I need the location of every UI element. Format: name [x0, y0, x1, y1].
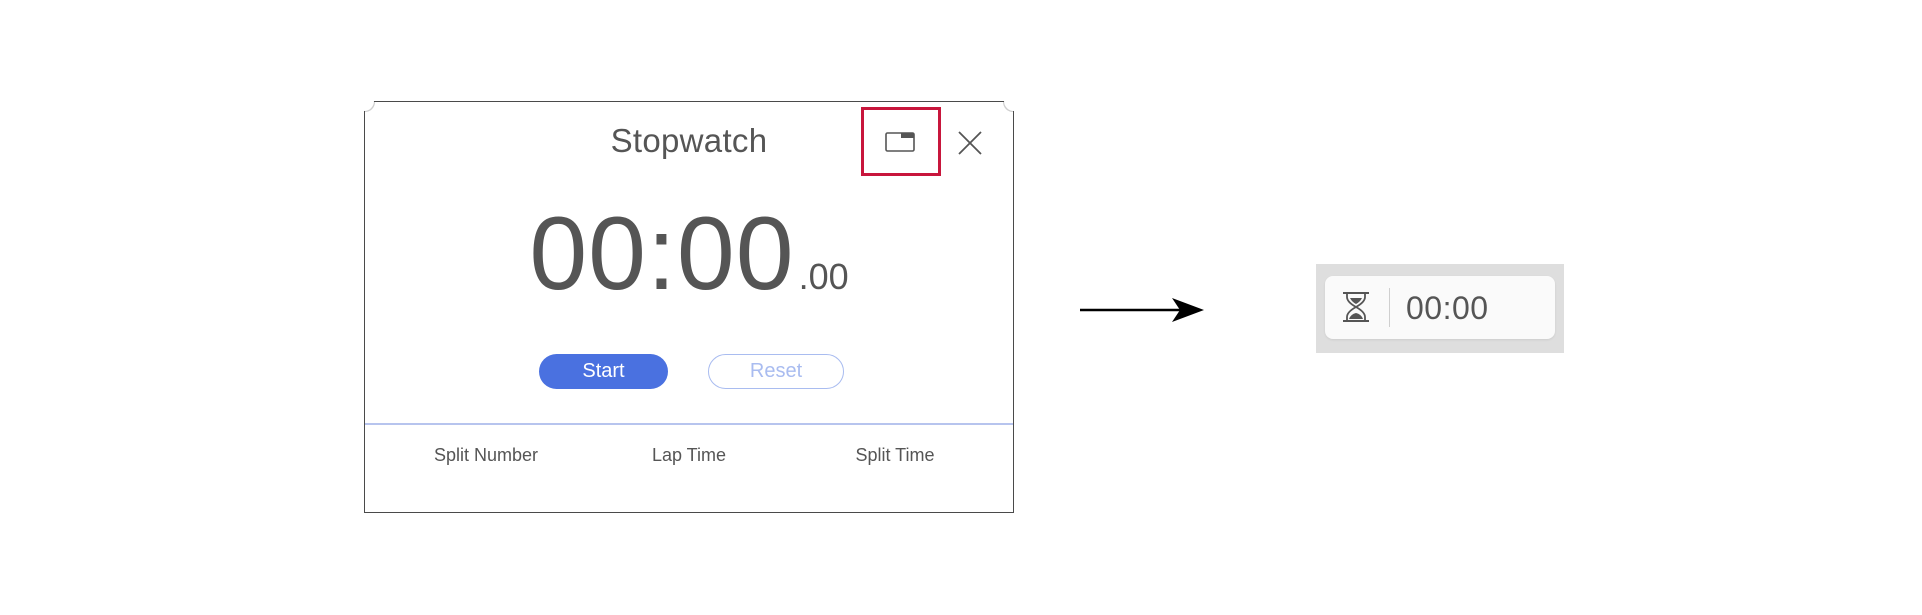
- mini-widget-time: 00:00: [1406, 290, 1489, 326]
- close-icon: [958, 131, 982, 155]
- mini-widget-separator: [1389, 288, 1390, 327]
- mini-stopwatch-widget[interactable]: 00:00: [1325, 276, 1555, 339]
- column-header-split-number: Split Number: [433, 445, 539, 465]
- minimize-to-widget-icon: [885, 132, 915, 152]
- hourglass-icon: [1343, 292, 1369, 322]
- column-header-lap-time: Lap Time: [651, 445, 727, 465]
- start-button[interactable]: Start: [539, 354, 668, 389]
- minimize-to-widget-button[interactable]: [885, 132, 915, 152]
- time-main: 00:00: [529, 196, 795, 312]
- column-header-split-time: Split Time: [855, 445, 935, 465]
- time-display: 00:00.00: [365, 202, 1013, 306]
- arrow-right-icon: [1080, 298, 1204, 322]
- divider: [365, 423, 1013, 425]
- mini-widget-frame: 00:00: [1316, 264, 1564, 353]
- stopwatch-window: Stopwatch 00:00.00 Start Reset Split Num…: [364, 101, 1014, 513]
- reset-button[interactable]: Reset: [708, 354, 844, 389]
- time-fraction: .00: [798, 256, 849, 297]
- canvas: Stopwatch 00:00.00 Start Reset Split Num…: [0, 0, 1922, 615]
- close-button[interactable]: [957, 130, 983, 156]
